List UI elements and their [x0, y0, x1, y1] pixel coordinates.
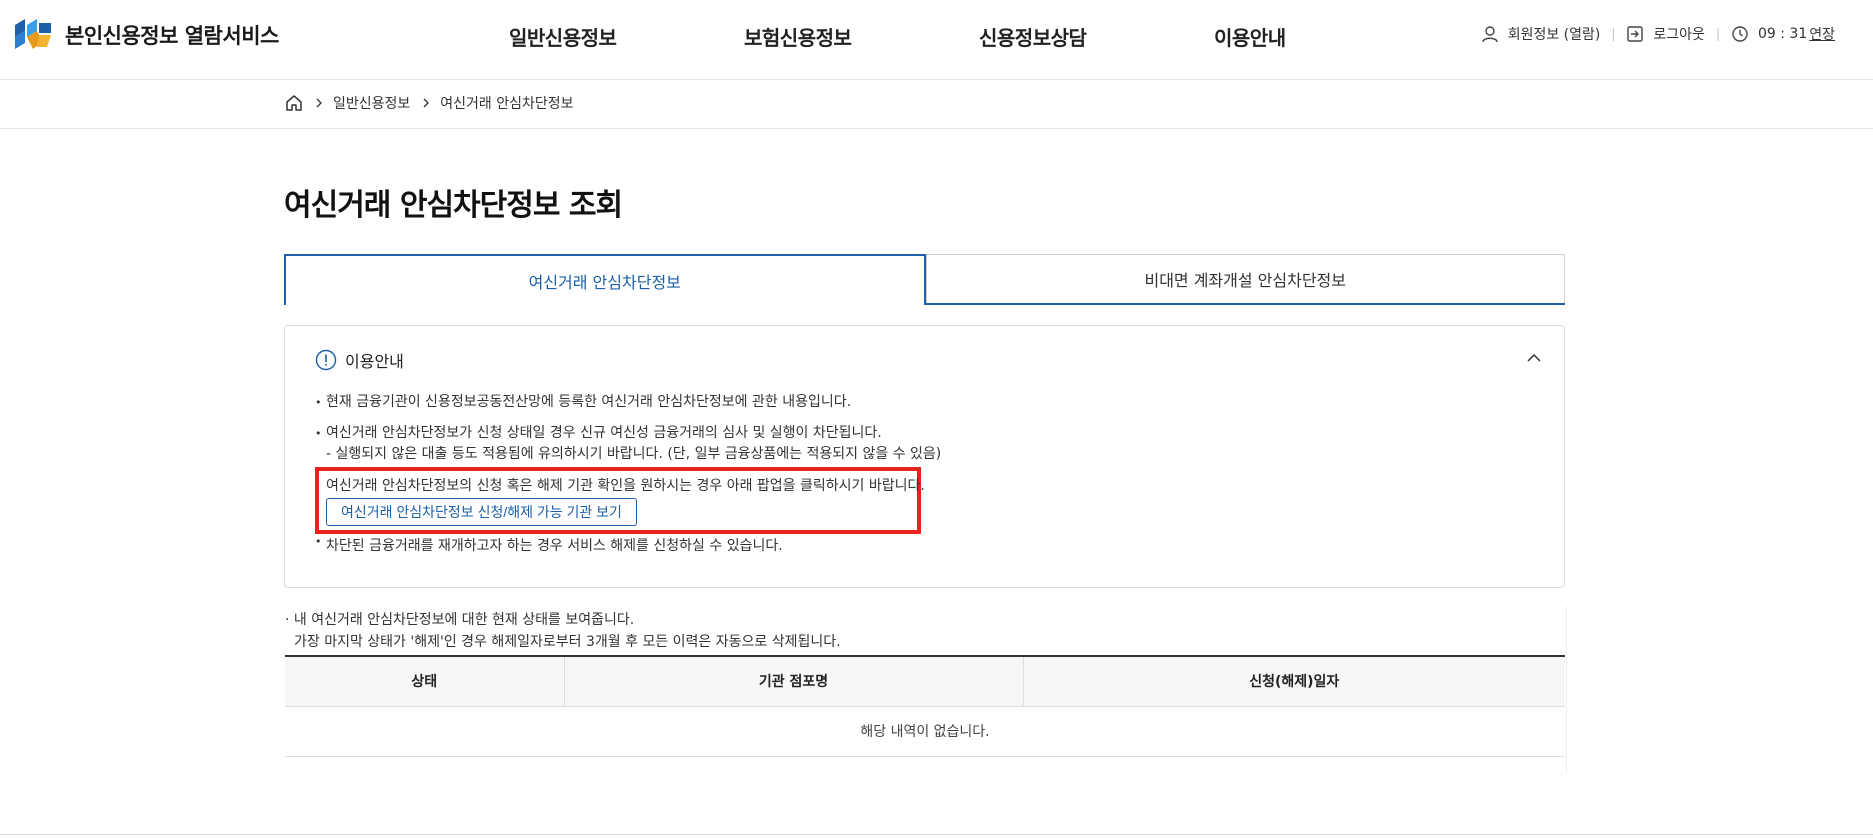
table-header-row: 상태 기관 점포명 신청(해제)일자 [285, 655, 1565, 707]
nav-usage-guide[interactable]: 이용안내 [1214, 22, 1286, 51]
clock-icon [1732, 26, 1748, 42]
member-info-label: 회원정보 (열람) [1507, 27, 1601, 43]
usage-guide-header: 이용안내 [315, 348, 404, 372]
utility-menu: 회원정보 (열람) | 로그아웃 | 09 : 31 연장 [1481, 24, 1835, 44]
session-timer: 09 : 31 [1731, 25, 1809, 43]
status-note-line1: · 내 여신거래 안심차단정보에 대한 현재 상태를 보여줍니다. [285, 612, 635, 628]
list-item: 현재 금융기관이 신용정보공동전산망에 등록한 여신거래 안심차단정보에 관한 … [315, 392, 941, 413]
divider: | [1715, 27, 1720, 41]
highlighted-notice: 여신거래 안심차단정보의 신청 혹은 해제 기관 확인을 원하시는 경우 아래 … [315, 467, 925, 534]
empty-message: 해당 내역이 없습니다. [285, 706, 1565, 757]
user-icon [1482, 26, 1498, 43]
breadcrumb: 일반신용정보 여신거래 안심차단정보 [285, 93, 574, 113]
list-item-text: 여신거래 안심차단정보가 신청 상태일 경우 신규 여신성 금융거래의 심사 및… [326, 425, 882, 441]
divider [1566, 606, 1567, 774]
member-info-link[interactable]: 회원정보 (열람) [1481, 24, 1601, 44]
info-icon [315, 349, 337, 371]
usage-guide-panel: 이용안내 현재 금융기관이 신용정보공동전산망에 등록한 여신거래 안심차단정보… [284, 325, 1565, 588]
nav-general-credit[interactable]: 일반신용정보 [509, 22, 617, 51]
breadcrumb-bar: 일반신용정보 여신거래 안심차단정보 [0, 81, 1873, 129]
chevron-right-icon [423, 98, 430, 108]
status-table: 상태 기관 점포명 신청(해제)일자 해당 내역이 없습니다. [285, 655, 1565, 757]
view-institutions-button[interactable]: 여신거래 안심차단정보 신청/해제 가능 기관 보기 [326, 498, 637, 526]
footer-divider [0, 834, 1873, 835]
chevron-up-icon[interactable] [1526, 352, 1542, 364]
table-row: 해당 내역이 없습니다. [285, 706, 1565, 757]
tab-loan-safe-block[interactable]: 여신거래 안심차단정보 [284, 254, 926, 305]
status-note-line2: 가장 마지막 상태가 '해제'인 경우 해제일자로부터 3개월 후 모든 이력은… [294, 634, 841, 650]
list-item-subtext: - 실행되지 않은 대출 등도 적용됨에 유의하시기 바랍니다. (단, 일부 … [326, 446, 942, 462]
page-title: 여신거래 안심차단정보 조회 [284, 188, 623, 223]
column-header-branch: 기관 점포명 [563, 655, 1023, 707]
column-header-status: 상태 [285, 655, 564, 707]
site-header: 본인신용정보 열람서비스 일반신용정보 보험신용정보 신용정보상담 이용안내 회… [0, 0, 1873, 80]
session-time: 09 : 31 [1757, 26, 1808, 42]
status-note: · 내 여신거래 안심차단정보에 대한 현재 상태를 보여줍니다. 가장 마지막… [285, 609, 841, 653]
usage-guide-title: 이용안내 [345, 352, 404, 371]
usage-guide-list: 현재 금융기관이 신용정보공동전산망에 등록한 여신거래 안심차단정보에 관한 … [315, 392, 941, 475]
logout-icon [1627, 26, 1644, 42]
breadcrumb-item-general-credit[interactable]: 일반신용정보 [333, 93, 410, 113]
highlighted-notice-text: 여신거래 안심차단정보의 신청 혹은 해제 기관 확인을 원하시는 경우 아래 … [326, 478, 925, 494]
logout-link[interactable]: 로그아웃 [1626, 24, 1705, 44]
list-item-text: 현재 금융기관이 신용정보공동전산망에 등록한 여신거래 안심차단정보에 관한 … [326, 394, 852, 410]
session-extend-button[interactable]: 연장 [1809, 24, 1835, 44]
logout-label: 로그아웃 [1653, 27, 1705, 43]
list-item: 차단된 금융거래를 재개하고자 하는 경우 서비스 해제를 신청하실 수 있습니… [315, 535, 783, 555]
nav-insurance-credit[interactable]: 보험신용정보 [744, 22, 852, 51]
chevron-right-icon [316, 98, 322, 108]
list-item: 여신거래 안심차단정보가 신청 상태일 경우 신규 여신성 금융거래의 심사 및… [315, 423, 941, 465]
nav-credit-consulting[interactable]: 신용정보상담 [979, 22, 1087, 51]
column-header-date: 신청(해제)일자 [1022, 655, 1565, 707]
tab-nonface-account-safe-block[interactable]: 비대면 계좌개설 안심차단정보 [925, 254, 1565, 303]
tab-bar: 여신거래 안심차단정보 비대면 계좌개설 안심차단정보 [284, 254, 1565, 305]
home-icon[interactable] [285, 94, 303, 112]
breadcrumb-item-current[interactable]: 여신거래 안심차단정보 [440, 93, 573, 113]
divider: | [1611, 27, 1616, 41]
